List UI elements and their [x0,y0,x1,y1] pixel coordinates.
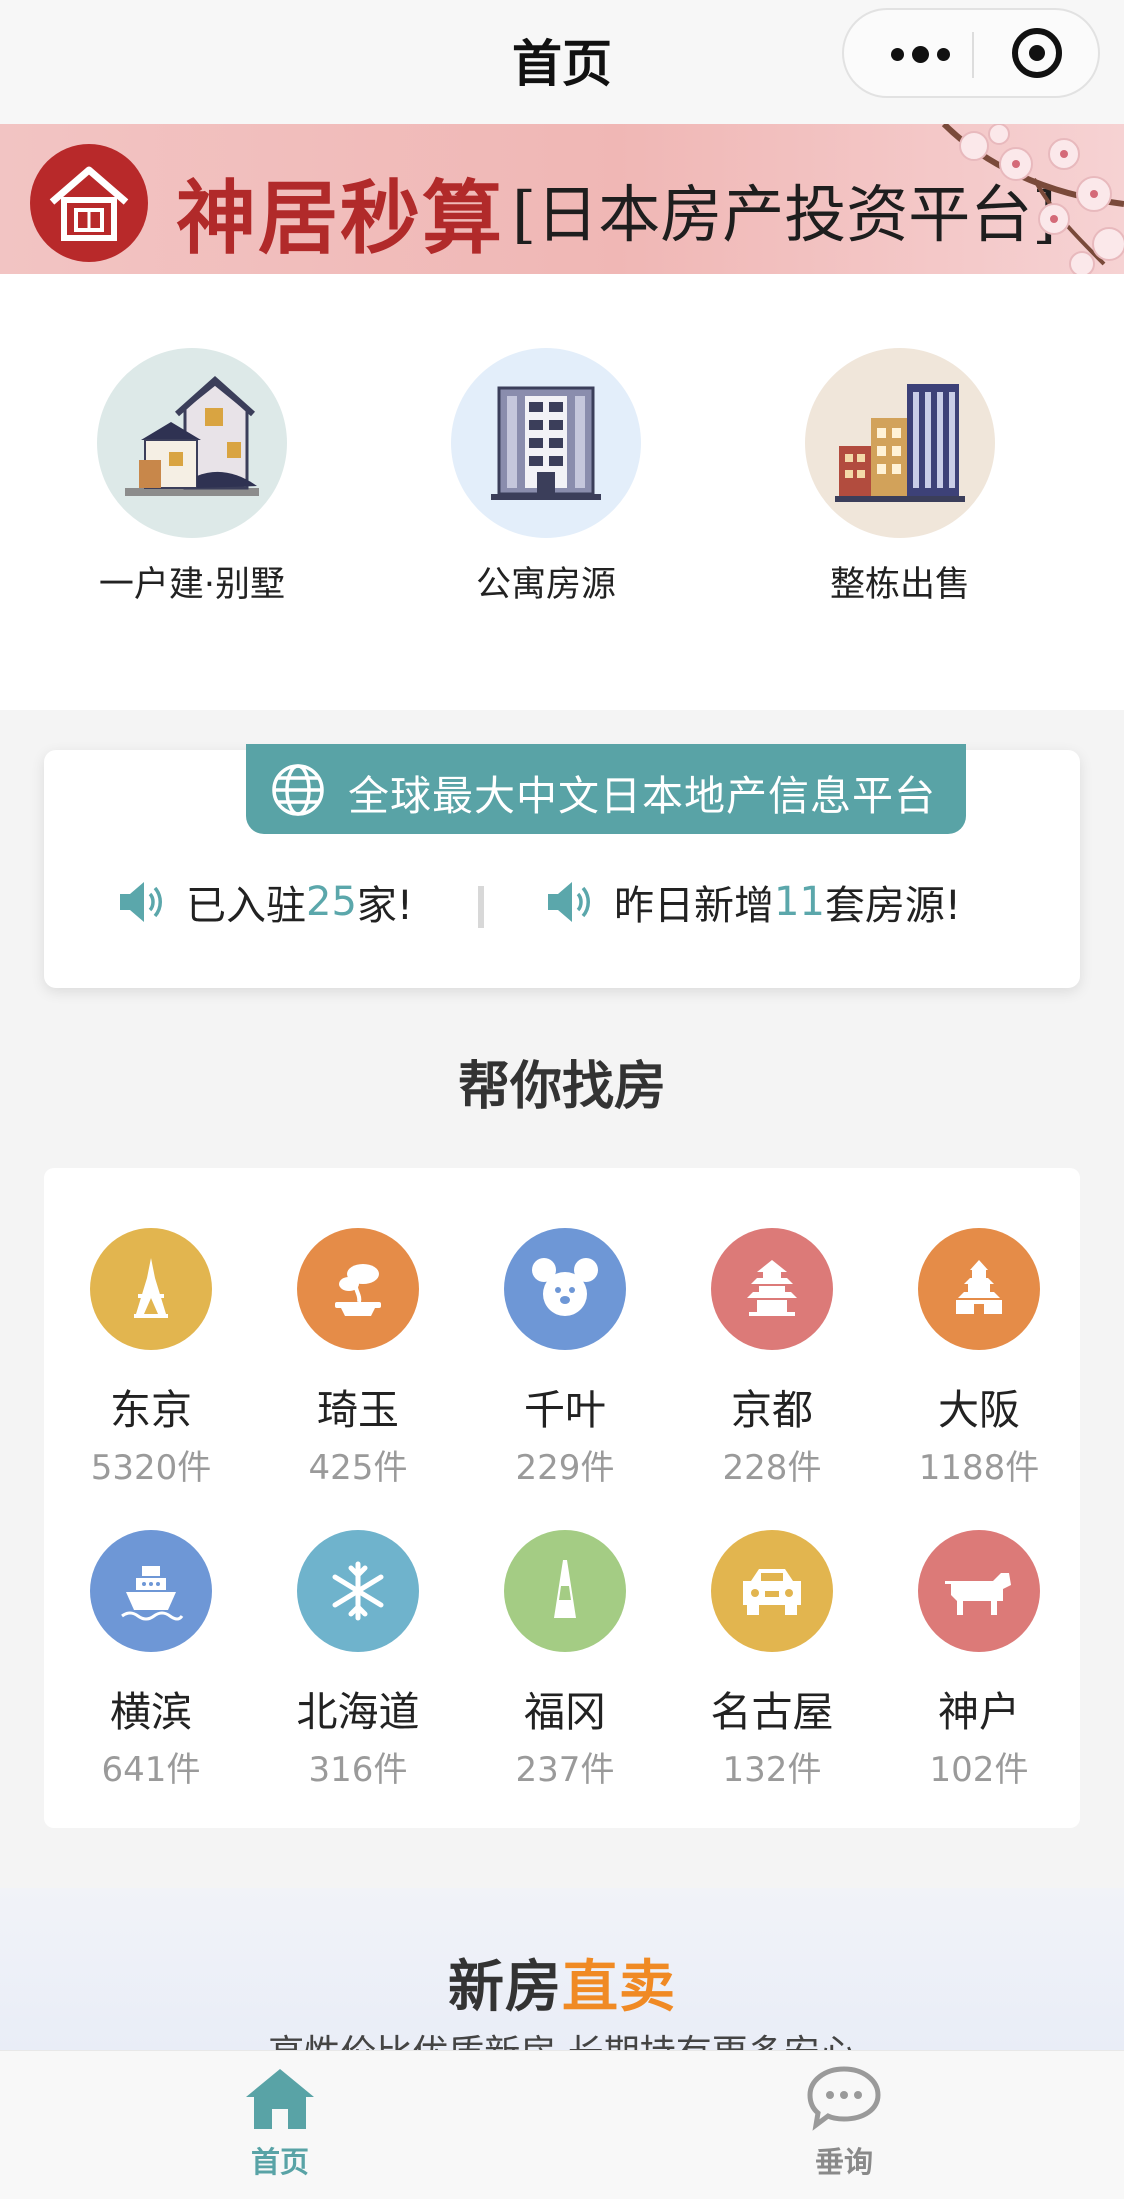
stat-number: 11 [774,879,825,925]
tab-label: 首页 [250,2145,309,2179]
tab-bar: 首页 垂询 [0,2050,1124,2199]
brand-banner[interactable]: 神居秒算 [日本房产投资平台] [0,124,1124,274]
stat-new-listings: 昨日新增 11 套房源! [542,872,961,932]
city-item-hokkaido[interactable]: 北海道 316件 [258,1530,458,1791]
tab-inquiry[interactable]: 垂询 [744,2063,944,2181]
city-name: 琦玉 [317,1386,399,1434]
promo-title-highlight: 直卖 [562,1955,676,2020]
city-grid: 东京 5320件 琦玉 425件 千叶 229件 京都 228件 大阪 1188… [44,1168,1080,1828]
city-name: 神户 [938,1688,1020,1736]
city-name: 北海道 [296,1688,420,1736]
tower-icon [504,1530,626,1652]
city-name: 千叶 [524,1386,606,1434]
city-item-osaka[interactable]: 大阪 1188件 [879,1228,1079,1489]
section-title-find-house: 帮你找房 [457,1057,666,1117]
city-name: 横滨 [110,1688,192,1736]
category-whole-building[interactable]: 整栋出售 [770,348,1030,607]
castle-icon [918,1228,1040,1350]
stat-text: 家! [356,883,413,929]
house-icon [97,348,287,538]
home-icon [246,2069,314,2129]
speaker-icon [548,882,590,922]
stat-settled: 已入驻 25 家! [114,872,413,932]
city-item-saitama[interactable]: 琦玉 425件 [258,1228,458,1489]
apartment-building-icon [451,348,641,538]
category-label: 一户建·别墅 [98,565,286,605]
stat-text: 已入驻 [186,883,306,929]
brand-logo-icon [30,144,148,262]
city-count: 641件 [101,1750,201,1790]
city-name: 东京 [110,1386,192,1434]
city-count: 425件 [308,1448,408,1488]
city-item-yokohama[interactable]: 横滨 641件 [51,1530,251,1791]
promo-title-part: 新房 [448,1955,562,2020]
city-count: 229件 [515,1448,615,1488]
city-name: 名古屋 [710,1688,834,1736]
close-target-icon[interactable] [1012,28,1062,78]
ship-icon [90,1530,212,1652]
tab-label: 垂询 [814,2145,873,2179]
bonsai-icon [297,1228,419,1350]
mini-program-capsule [842,8,1100,98]
city-item-tokyo[interactable]: 东京 5320件 [51,1228,251,1489]
category-apartment[interactable]: 公寓房源 [416,348,676,607]
globe-icon [272,764,324,816]
promo-subtitle: 高性价比优质新房 长期持有更多安心 [0,2024,1124,2050]
city-name: 京都 [731,1386,813,1434]
mouse-face-icon [504,1228,626,1350]
city-count: 5320件 [90,1448,212,1488]
city-item-kyoto[interactable]: 京都 228件 [672,1228,872,1489]
cow-icon [918,1530,1040,1652]
city-count: 237件 [515,1750,615,1790]
new-house-promo[interactable]: 新房直卖 高性价比优质新房 长期持有更多安心 [0,1888,1124,2050]
category-label: 整栋出售 [829,565,970,605]
chat-bubble-icon [807,2066,881,2131]
cherry-blossom-icon [941,124,1124,274]
platform-info-card: 全球最大中文日本地产信息平台 已入驻 25 家! 昨日新增 11 套房源! [44,744,1080,988]
car-icon [711,1530,833,1652]
platform-headline-banner: 全球最大中文日本地产信息平台 [246,744,966,834]
nav-bar: 首页 [0,0,1124,124]
city-count: 102件 [929,1750,1029,1790]
city-name: 福冈 [524,1688,606,1736]
capsule-divider [972,32,974,78]
tokyo-tower-icon [90,1228,212,1350]
speaker-icon [120,882,162,922]
stat-text: 昨日新增 [614,883,774,929]
city-buildings-icon [805,348,995,538]
city-count: 1188件 [918,1448,1040,1488]
snowflake-icon [297,1530,419,1652]
city-item-chiba[interactable]: 千叶 229件 [465,1228,665,1489]
city-item-fukuoka[interactable]: 福冈 237件 [465,1530,665,1791]
category-house[interactable]: 一户建·别墅 [62,348,322,607]
city-item-kobe[interactable]: 神户 102件 [879,1530,1079,1791]
brand-name: 神居秒算 [176,171,504,265]
more-icon[interactable] [880,32,960,76]
category-section: 一户建·别墅 公寓房源 整栋出售 [0,274,1124,710]
city-item-nagoya[interactable]: 名古屋 132件 [672,1530,872,1791]
stat-text: 套房源! [824,883,961,929]
city-name: 大阪 [938,1386,1020,1434]
platform-headline: 全球最大中文日本地产信息平台 [348,772,936,820]
divider [478,886,484,928]
promo-title: 新房直卖 [0,1942,1124,2023]
category-label: 公寓房源 [475,565,616,605]
city-count: 316件 [308,1750,408,1790]
pagoda-icon [711,1228,833,1350]
city-count: 132件 [722,1750,822,1790]
tab-home[interactable]: 首页 [180,2063,380,2181]
stat-number: 25 [306,879,357,925]
city-count: 228件 [722,1448,822,1488]
